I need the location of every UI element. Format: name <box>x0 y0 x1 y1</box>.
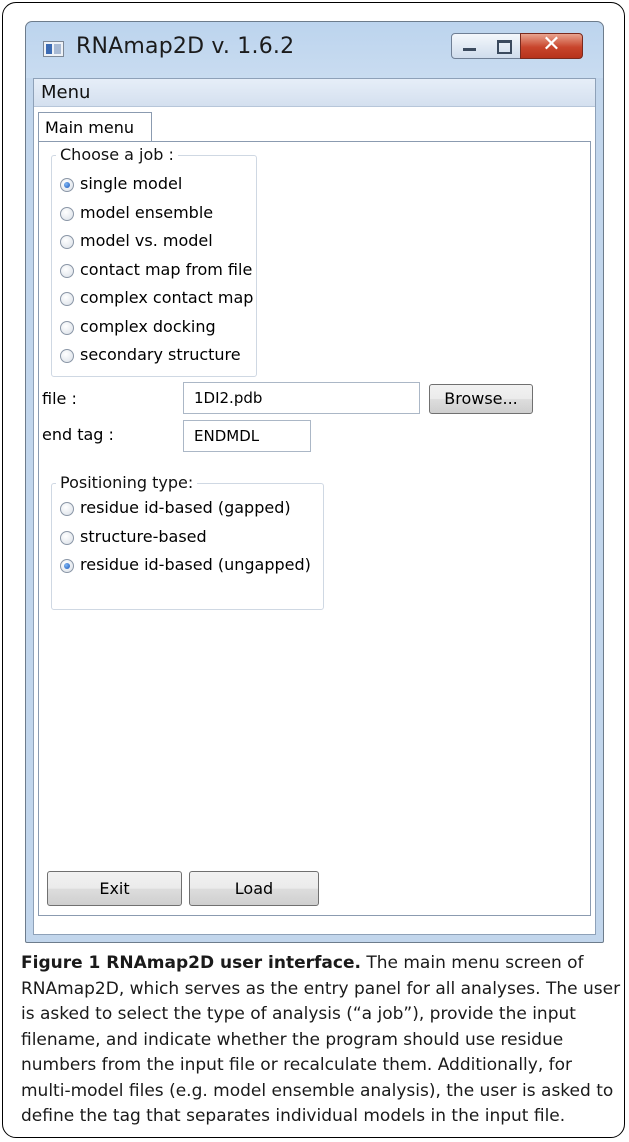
job-group: Choose a job : single model model ensembl… <box>51 145 257 377</box>
browse-button[interactable]: Browse... <box>429 384 533 414</box>
maximize-icon <box>497 40 512 54</box>
job-option-label: complex contact map <box>80 288 254 307</box>
radio-button[interactable] <box>60 263 74 278</box>
application-window: RNAmap2D v. 1.6.2 ✕ Menu Main menu Choos… <box>25 21 604 943</box>
radio-button[interactable] <box>60 206 74 221</box>
radio-button[interactable] <box>60 320 74 335</box>
end-tag-label: end tag : <box>42 425 114 444</box>
job-option-label: secondary structure <box>80 345 241 364</box>
radio-button[interactable] <box>60 178 74 192</box>
radio-button[interactable] <box>60 559 74 573</box>
file-input[interactable]: 1DI2.pdb <box>183 382 420 414</box>
positioning-option-label: residue id-based (gapped) <box>80 498 291 517</box>
radio-button[interactable] <box>60 292 74 306</box>
job-option-label: complex docking <box>80 316 216 336</box>
positioning-option-label: structure-based <box>80 526 207 546</box>
tab-main-menu-label: Main menu <box>45 118 134 137</box>
caption-text: The main menu screen of RNAmap2D, which … <box>21 953 621 1126</box>
menu-item-menu[interactable]: Menu <box>41 82 90 103</box>
job-group-legend: Choose a job : <box>56 145 178 164</box>
job-option-label: contact map from file <box>80 259 253 279</box>
close-icon: ✕ <box>542 32 561 57</box>
close-button[interactable]: ✕ <box>520 32 583 59</box>
main-menu-panel: Choose a job : single model model ensembl… <box>38 141 591 916</box>
job-option-label: single model <box>80 174 183 193</box>
file-input-value: 1DI2.pdb <box>194 389 263 407</box>
exit-button[interactable]: Exit <box>47 871 182 906</box>
load-button[interactable]: Load <box>189 871 319 906</box>
figure-caption: Figure 1 RNAmap2D user interface. The ma… <box>21 951 621 1130</box>
app-icon <box>43 41 64 57</box>
job-option-label: model ensemble <box>80 202 214 222</box>
positioning-group-legend: Positioning type: <box>56 473 198 492</box>
caption-title: Figure 1 RNAmap2D user interface. <box>21 953 361 973</box>
minimize-icon <box>463 48 476 51</box>
radio-button[interactable] <box>60 235 74 249</box>
maximize-button[interactable] <box>486 33 521 59</box>
tab-main-menu[interactable]: Main menu <box>38 112 152 142</box>
radio-button[interactable] <box>60 502 74 516</box>
figure-frame: RNAmap2D v. 1.6.2 ✕ Menu Main menu Choos… <box>2 2 625 1138</box>
window-title: RNAmap2D v. 1.6.2 <box>76 34 295 59</box>
end-tag-input-value: ENDMDL <box>194 427 260 445</box>
window-client-area: Menu Main menu Choose a job : single mod… <box>33 78 596 935</box>
end-tag-input[interactable]: ENDMDL <box>183 420 311 452</box>
radio-button[interactable] <box>60 349 74 363</box>
minimize-button[interactable] <box>451 33 487 59</box>
title-bar[interactable]: RNAmap2D v. 1.6.2 ✕ <box>26 22 603 72</box>
menu-bar: Menu <box>34 79 595 107</box>
radio-button[interactable] <box>60 530 74 545</box>
positioning-option-label: residue id-based (ungapped) <box>80 555 311 574</box>
file-label: file : <box>42 389 77 408</box>
job-option-label: model vs. model <box>80 231 213 250</box>
positioning-group: Positioning type: residue id-based (gapp… <box>51 473 324 610</box>
